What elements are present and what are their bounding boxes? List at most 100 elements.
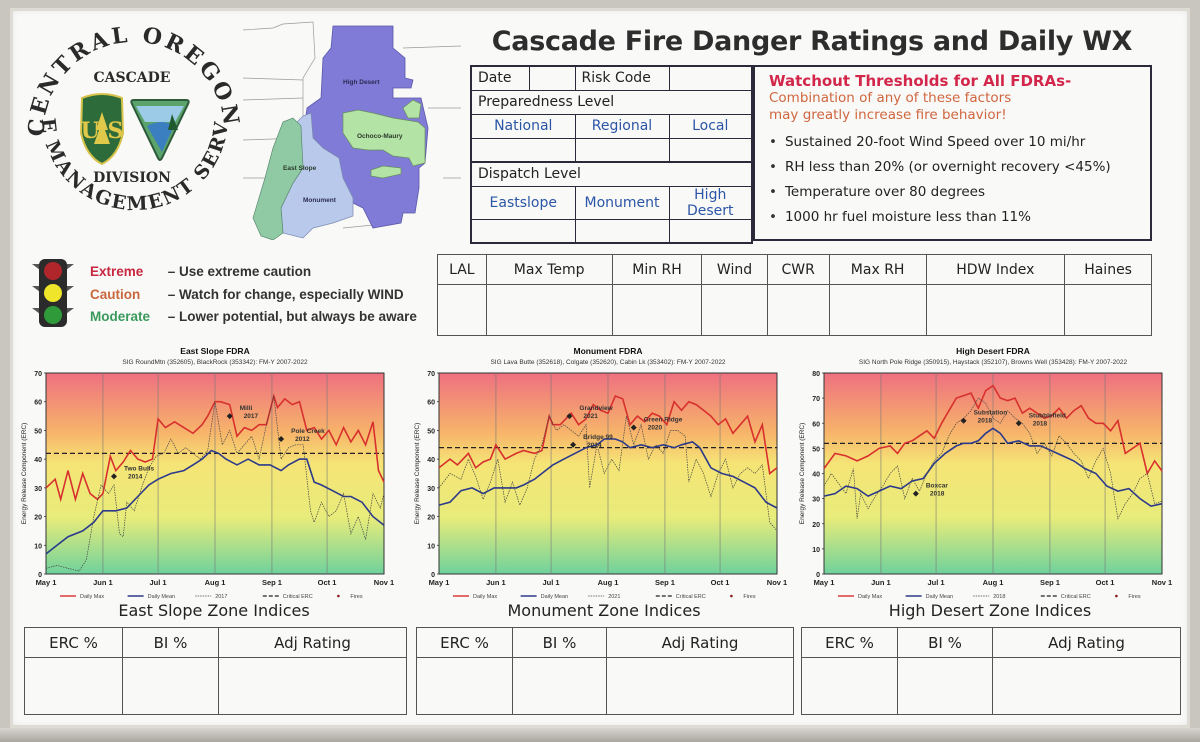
watchout-item: Temperature over 80 degrees bbox=[769, 180, 1136, 205]
y-tick-label: 70 bbox=[34, 371, 42, 378]
dispatch-eastslope-field[interactable] bbox=[470, 218, 576, 244]
zone-col-bi: BI % bbox=[122, 626, 219, 659]
x-tick-label: Jun 1 bbox=[93, 578, 113, 587]
date-label: Date bbox=[470, 65, 530, 91]
y-tick-label: 20 bbox=[427, 515, 435, 522]
watchout-heading: Watchout Thresholds for All FDRAs- bbox=[769, 72, 1072, 90]
fdra-map: High Desert Ochoco-Maury East Slope Monu… bbox=[242, 18, 462, 241]
y-tick-label: 10 bbox=[427, 543, 435, 550]
zone-title-east-slope: East Slope Zone Indices bbox=[118, 601, 310, 620]
zone-col-bi: BI % bbox=[897, 626, 993, 659]
dispatch-high-desert-header: High Desert bbox=[668, 185, 753, 220]
watchout-item: 1000 hr fuel moisture less than 11% bbox=[769, 205, 1136, 230]
zone-adj-rating-field[interactable] bbox=[606, 657, 794, 715]
wx-col-lal: LAL bbox=[437, 253, 487, 286]
x-tick-label: Nov 1 bbox=[1152, 578, 1172, 587]
zone-bi-field[interactable] bbox=[512, 657, 607, 715]
legend-label: Fires bbox=[1128, 594, 1140, 600]
zone-erc-field[interactable] bbox=[416, 657, 513, 715]
legend-level: Extreme bbox=[90, 264, 144, 279]
x-tick-label: May 1 bbox=[36, 578, 57, 587]
legend-label: Daily Mean bbox=[541, 594, 569, 600]
zone-table-high-desert: ERC % BI % Adj Rating bbox=[801, 626, 1181, 715]
legend-desc: – Watch for change, especially WIND bbox=[167, 287, 404, 302]
legend-level: Caution bbox=[90, 287, 141, 302]
wx-haines-field[interactable] bbox=[1064, 284, 1152, 336]
zone-col-erc: ERC % bbox=[24, 626, 123, 659]
y-tick-label: 20 bbox=[812, 522, 820, 529]
preparedness-national-field[interactable] bbox=[470, 137, 576, 163]
wx-col-max-rh: Max RH bbox=[828, 253, 927, 286]
chart-monument: Monument FDRA SIG Lava Butte (352618), Co… bbox=[413, 345, 793, 603]
logo-cascade: CASCADE bbox=[94, 70, 171, 86]
zone-adj-rating-field[interactable] bbox=[992, 657, 1181, 715]
marker-tray bbox=[0, 728, 1200, 742]
preparedness-regional-field[interactable] bbox=[574, 137, 670, 163]
zone-col-adj-rating: Adj Rating bbox=[606, 626, 794, 659]
wx-lal-field[interactable] bbox=[437, 284, 487, 336]
zone-col-adj-rating: Adj Rating bbox=[218, 626, 407, 659]
legend-moderate: Moderate – Lower potential, but always b… bbox=[90, 309, 417, 324]
weather-table: LAL Max Temp Min RH Wind CWR Max RH HDW … bbox=[437, 253, 1152, 336]
y-tick-label: 30 bbox=[427, 486, 435, 493]
legend-label: 2017 bbox=[215, 594, 227, 600]
watchout-item: Sustained 20-foot Wind Speed over 10 mi/… bbox=[769, 130, 1136, 155]
legend-label: 2021 bbox=[608, 594, 620, 600]
x-tick-label: Sep 1 bbox=[1040, 578, 1060, 587]
chart-high-desert: High Desert FDRA SIG North Pole Ridge (35… bbox=[798, 345, 1178, 603]
zone-col-erc: ERC % bbox=[801, 626, 898, 659]
dispatch-high-desert-field[interactable] bbox=[668, 218, 753, 244]
x-tick-label: Sep 1 bbox=[655, 578, 675, 587]
x-tick-label: Sep 1 bbox=[262, 578, 282, 587]
chart-title: High Desert FDRA bbox=[956, 346, 1030, 356]
legend-desc: – Use extreme caution bbox=[167, 264, 312, 279]
risk-code-field[interactable] bbox=[668, 65, 753, 91]
date-field[interactable] bbox=[528, 65, 576, 91]
dispatch-level-label: Dispatch Level bbox=[470, 161, 753, 187]
zone-bi-field[interactable] bbox=[122, 657, 219, 715]
wx-wind-field[interactable] bbox=[701, 284, 768, 336]
watchout-item: RH less than 20% (or overnight recovery … bbox=[769, 155, 1136, 180]
legend-label: Daily Max bbox=[80, 594, 104, 600]
preparedness-local-field[interactable] bbox=[668, 137, 753, 163]
legend-desc: – Lower potential, but always be aware bbox=[167, 309, 417, 324]
logo-division: DIVISION bbox=[93, 170, 171, 186]
y-axis-label: Energy Release Component (ERC) bbox=[21, 423, 28, 525]
x-tick-label: Aug 1 bbox=[205, 578, 226, 587]
wx-cwr-field[interactable] bbox=[766, 284, 830, 336]
zone-col-erc: ERC % bbox=[416, 626, 513, 659]
wx-hdw-index-field[interactable] bbox=[925, 284, 1066, 336]
danger-legend: Extreme – Use extreme caution Caution – … bbox=[24, 258, 444, 330]
legend-label: Critical ERC bbox=[283, 594, 313, 600]
zone-table-monument: ERC % BI % Adj Rating bbox=[416, 626, 794, 715]
chart-east-slope-svg: East Slope FDRA SIG RoundMtn (352605), Bl… bbox=[21, 346, 394, 600]
zone-erc-field[interactable] bbox=[24, 657, 123, 715]
y-tick-label: 50 bbox=[427, 428, 435, 435]
cofms-logo: CENTRAL OREGON FIRE MANAGEMENT SERVICE C… bbox=[13, 1, 242, 233]
wx-col-cwr: CWR bbox=[766, 253, 830, 286]
y-tick-label: 40 bbox=[427, 457, 435, 464]
y-tick-label: 60 bbox=[34, 400, 42, 407]
zone-erc-field[interactable] bbox=[801, 657, 898, 715]
legend-swatch bbox=[337, 594, 340, 598]
wx-max-temp-field[interactable] bbox=[485, 284, 613, 336]
dispatch-monument-header: Monument bbox=[574, 185, 670, 220]
zone-adj-rating-field[interactable] bbox=[218, 657, 407, 715]
wx-col-haines: Haines bbox=[1064, 253, 1152, 286]
status-table: Date Risk Code Preparedness Level Nation… bbox=[470, 65, 753, 244]
zone-bi-field[interactable] bbox=[897, 657, 993, 715]
legend-swatch bbox=[1115, 594, 1118, 598]
y-tick-label: 10 bbox=[812, 547, 820, 554]
dispatch-monument-field[interactable] bbox=[574, 218, 670, 244]
wx-max-rh-field[interactable] bbox=[828, 284, 927, 336]
wx-min-rh-field[interactable] bbox=[611, 284, 703, 336]
preparedness-regional-header: Regional bbox=[574, 113, 670, 139]
map-label-monument: Monument bbox=[303, 197, 337, 204]
chart-subtitle: SIG Lava Butte (352618), Colgate (352620… bbox=[490, 359, 725, 366]
x-tick-label: Oct 1 bbox=[711, 578, 730, 587]
y-tick-label: 70 bbox=[812, 396, 820, 403]
x-tick-label: May 1 bbox=[429, 578, 450, 587]
x-tick-label: May 1 bbox=[814, 578, 835, 587]
x-tick-label: Jun 1 bbox=[486, 578, 506, 587]
watchout-subheading-2: may greatly increase fire behavior! bbox=[769, 107, 1007, 123]
